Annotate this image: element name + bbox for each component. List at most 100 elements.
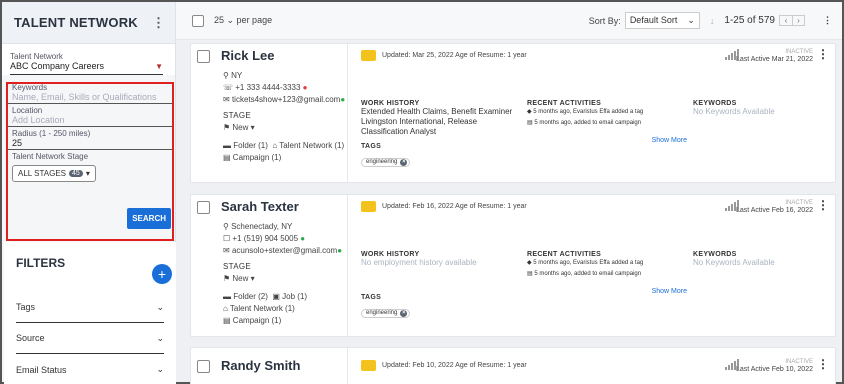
chevron-down-icon: ⌄ <box>156 332 164 343</box>
updated-info: Updated: Feb 16, 2022 Age of Resume: 1 y… <box>361 201 527 212</box>
candidate-card[interactable]: Rick Lee ⚲ NY ☏ +1 333 4444-3333 ● ✉ tic… <box>190 43 836 183</box>
work-history: WORK HISTORY Extended Health Claims, Ben… <box>361 100 521 168</box>
remove-tag-icon[interactable]: × <box>400 309 408 317</box>
talent-network-label: Talent Network <box>10 52 63 61</box>
tag-chip: engineering × <box>361 308 411 318</box>
card-menu-icon[interactable]: ⋮ <box>817 198 829 212</box>
campaign-icon: ▤ <box>223 316 231 325</box>
candidate-email[interactable]: tickets4show+123@gmail.com <box>232 95 340 104</box>
filter-tags[interactable]: Tags ⌄ <box>16 292 164 323</box>
candidate-name[interactable]: Randy Smith <box>221 358 300 373</box>
prev-page-icon[interactable]: ‹ <box>780 16 792 25</box>
activity-item: 5 months ago, Evaristus Effa added a tag <box>533 260 644 266</box>
stage-dropdown[interactable]: ⚑ New ▾ <box>223 122 345 134</box>
filter-label: Source <box>16 333 45 343</box>
network-icon: ⌂ <box>272 141 278 150</box>
talent-network-link[interactable]: Talent Network (1) <box>230 304 295 313</box>
flag-icon: ⚑ <box>223 123 231 132</box>
list-menu-icon[interactable]: ⋮ <box>823 15 832 26</box>
updated-text: Updated: Mar 25, 2022 Age of Resume: 1 y… <box>382 52 527 59</box>
card-menu-icon[interactable]: ⋮ <box>817 47 829 61</box>
campaign-link[interactable]: Campaign (1) <box>233 316 281 325</box>
candidate-name[interactable]: Rick Lee <box>221 48 274 63</box>
add-filter-button[interactable]: + <box>152 264 172 284</box>
inactive-label: INACTIVE <box>785 49 813 55</box>
filter-label: Tags <box>16 302 36 312</box>
candidate-phone[interactable]: +1 333 4444-3333 <box>235 83 300 92</box>
last-active: Last Active Feb 16, 2022 <box>735 207 813 214</box>
sort-by-label: Sort By: <box>588 15 621 26</box>
work-history-text: No employment history available <box>361 258 477 267</box>
talent-network-link[interactable]: Talent Network (1) <box>279 141 344 150</box>
candidate-card[interactable]: Randy Smith Updated: Feb 10, 2022 Age of… <box>190 347 836 384</box>
stage-value: New <box>232 123 249 132</box>
campaign-link[interactable]: Campaign (1) <box>233 153 281 162</box>
folder-icon: ▬ <box>223 292 231 301</box>
candidate-checkbox[interactable] <box>197 50 210 63</box>
chevron-down-icon: ⌄ <box>156 364 164 374</box>
contact-info: ⚲ Schenectady, NY ☐ +1 (519) 904 5005 ● … <box>223 221 342 327</box>
dropdown-caret-icon: ▼ <box>155 61 163 71</box>
stage-dropdown[interactable]: ⚑ New ▾ <box>223 273 342 285</box>
sort-value: Default Sort <box>629 15 678 25</box>
sidebar-title: TALENT NETWORK <box>14 15 138 30</box>
sidebar: TALENT NETWORK ⋮ Talent Network ABC Comp… <box>2 2 176 384</box>
sidebar-menu-icon[interactable]: ⋮ <box>152 15 165 31</box>
filter-email-status[interactable]: Email Status ⌄ <box>16 354 164 384</box>
folder-icon: ▬ <box>223 141 231 150</box>
tags-heading: TAGS <box>361 143 382 150</box>
location-pin-icon: ⚲ <box>223 71 229 80</box>
comment-icon[interactable] <box>361 50 376 61</box>
candidate-email[interactable]: acunsolo+stexter@gmail.com <box>232 246 337 255</box>
recent-activities: RECENT ACTIVITIES ◆ 5 months ago, Evaris… <box>527 251 687 298</box>
job-link[interactable]: Job (1) <box>282 292 307 301</box>
candidate-phone[interactable]: +1 (519) 904 5005 <box>232 234 298 243</box>
sort-direction-icon[interactable]: ↓ <box>710 16 715 26</box>
recent-activities: RECENT ACTIVITIES ◆ 5 months ago, Evaris… <box>527 100 687 147</box>
sort-select[interactable]: Default Sort ⌄ <box>624 12 700 29</box>
work-history-heading: WORK HISTORY <box>361 100 420 107</box>
chevron-down-icon: ⌄ <box>687 15 695 25</box>
candidate-checkbox[interactable] <box>197 201 210 214</box>
verified-icon: ● <box>337 246 343 255</box>
folder-link[interactable]: Folder (1) <box>233 141 268 150</box>
candidate-name[interactable]: Sarah Texter <box>221 199 299 214</box>
show-more-link[interactable]: Show More <box>652 288 687 295</box>
campaign-icon: ▤ <box>527 271 533 277</box>
comment-icon[interactable] <box>361 201 376 212</box>
keywords-heading: KEYWORDS <box>693 251 737 258</box>
pagination: ‹ › <box>779 15 805 26</box>
invalid-icon: ● <box>302 83 308 92</box>
select-all-checkbox[interactable] <box>192 14 204 27</box>
email-icon: ✉ <box>223 246 230 255</box>
card-menu-icon[interactable]: ⋮ <box>817 357 829 371</box>
status-info: INACTIVE Last Active Mar 21, 2022 <box>736 48 813 64</box>
per-page-select[interactable]: 25 ⌄ per page <box>214 15 272 26</box>
show-more-link[interactable]: Show More <box>652 137 687 144</box>
comment-icon[interactable] <box>361 360 376 371</box>
talent-network-select[interactable]: Talent Network ABC Company Careers ▼ <box>2 44 175 75</box>
tag-label: engineering <box>366 310 398 316</box>
keywords-section: KEYWORDS No Keywords Available <box>693 100 823 117</box>
next-page-icon[interactable]: › <box>792 16 804 25</box>
work-history: WORK HISTORY No employment history avail… <box>361 251 521 319</box>
candidate-list: Rick Lee ⚲ NY ☏ +1 333 4444-3333 ● ✉ tic… <box>176 40 842 384</box>
candidate-checkbox[interactable] <box>197 360 210 373</box>
remove-tag-icon[interactable]: × <box>400 158 408 166</box>
keywords-section: KEYWORDS No Keywords Available <box>693 251 823 268</box>
results-range: 1-25 of 579 <box>724 15 775 26</box>
keywords-text: No Keywords Available <box>693 258 775 267</box>
network-icon: ⌂ <box>223 304 228 313</box>
campaign-icon: ▤ <box>527 120 533 126</box>
folder-link[interactable]: Folder (2) <box>233 292 268 301</box>
candidate-card[interactable]: Sarah Texter ⚲ Schenectady, NY ☐ +1 (519… <box>190 194 836 337</box>
email-icon: ✉ <box>223 95 230 104</box>
job-icon: ▣ <box>272 292 280 301</box>
tag-icon: ◆ <box>527 109 532 115</box>
stage-label: STAGE <box>223 262 252 271</box>
updated-info: Updated: Mar 25, 2022 Age of Resume: 1 y… <box>361 50 527 61</box>
filter-source[interactable]: Source ⌄ <box>16 323 164 354</box>
inactive-label: INACTIVE <box>785 359 813 365</box>
updated-info: Updated: Feb 10, 2022 Age of Resume: 1 y… <box>361 360 527 371</box>
stage-label: STAGE <box>223 111 252 120</box>
